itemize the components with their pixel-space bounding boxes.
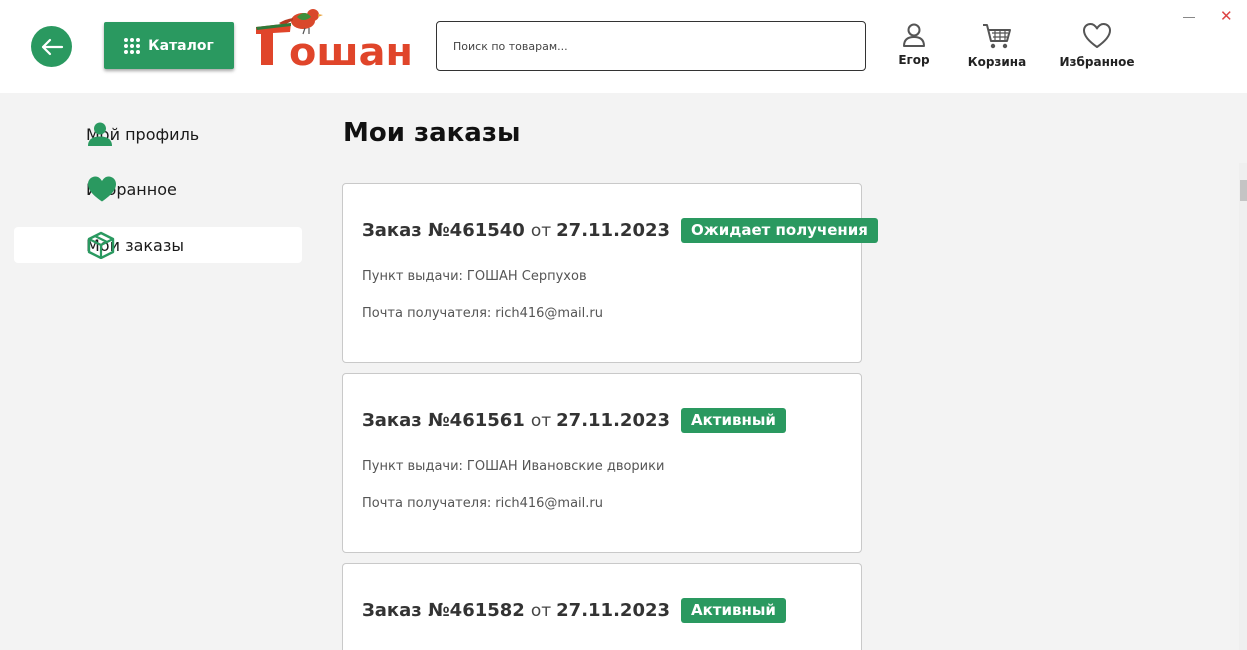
recipient-email: Почта получателя: rich416@mail.ru	[362, 496, 603, 511]
order-from: от	[530, 600, 552, 621]
order-header: Заказ №461582 от 27.11.2023 Активный	[362, 598, 786, 623]
order-date: 27.11.2023	[556, 220, 671, 241]
email-value: rich416@mail.ru	[495, 496, 603, 511]
order-from: от	[530, 410, 552, 431]
sidebar-item-profile[interactable]: Мой профиль	[14, 116, 302, 152]
favorites-button[interactable]: Избранное	[1059, 22, 1135, 69]
order-number: Заказ №461561	[362, 410, 525, 431]
page-title: Мои заказы	[343, 118, 521, 148]
status-badge: Активный	[681, 598, 786, 623]
order-date: 27.11.2023	[556, 410, 671, 431]
recipient-email: Почта получателя: rich416@mail.ru	[362, 306, 603, 321]
header-bar: Каталог ошан Егор Корзина	[0, 0, 1247, 93]
order-card[interactable]: Заказ №461540 от 27.11.2023 Ожидает полу…	[342, 183, 878, 363]
arrow-left-icon	[41, 38, 63, 55]
box-icon	[87, 231, 115, 259]
pickup-value: ГОШАН Серпухов	[466, 269, 587, 284]
cart-button[interactable]: Корзина	[966, 22, 1028, 69]
pickup-value: ГОШАН Ивановские дворики	[466, 459, 665, 474]
email-value: rich416@mail.ru	[495, 306, 603, 321]
email-label: Почта получателя:	[362, 496, 492, 511]
grid-icon	[124, 37, 141, 54]
search-input[interactable]	[436, 21, 866, 71]
order-number: Заказ №461582	[362, 600, 525, 621]
order-header: Заказ №461561 от 27.11.2023 Активный	[362, 408, 786, 433]
pickup-point: Пункт выдачи: ГОШАН Серпухов	[362, 269, 587, 284]
sidebar-item-favorites[interactable]: Избранное	[14, 171, 302, 207]
order-date: 27.11.2023	[556, 600, 671, 621]
status-badge: Активный	[681, 408, 786, 433]
catalog-label: Каталог	[148, 37, 214, 54]
order-card[interactable]: Заказ №461561 от 27.11.2023 Активный Пун…	[342, 373, 862, 553]
heart-icon	[1083, 23, 1111, 48]
user-profile-button[interactable]: Егор	[896, 22, 932, 67]
pickup-label: Пункт выдачи:	[362, 269, 463, 284]
scrollbar-thumb[interactable]	[1240, 180, 1247, 201]
back-button[interactable]	[31, 26, 72, 67]
sidebar-item-orders[interactable]: Мои заказы	[14, 227, 302, 263]
favorites-label: Избранное	[1059, 55, 1135, 69]
cart-label: Корзина	[967, 55, 1027, 69]
pickup-point: Пункт выдачи: ГОШАН Ивановские дворики	[362, 459, 664, 474]
order-card[interactable]: Заказ №461582 от 27.11.2023 Активный	[342, 563, 862, 650]
order-number: Заказ №461540	[362, 220, 525, 241]
user-icon	[88, 122, 112, 146]
email-label: Почта получателя:	[362, 306, 492, 321]
status-badge: Ожидает получения	[681, 218, 878, 243]
order-header: Заказ №461540 от 27.11.2023 Ожидает полу…	[362, 218, 878, 243]
user-icon	[903, 23, 925, 47]
logo[interactable]: ошан	[253, 5, 417, 69]
heart-icon	[88, 176, 116, 202]
close-window-button[interactable]: ✕	[1220, 9, 1233, 24]
minimize-button[interactable]	[1183, 17, 1195, 18]
catalog-button[interactable]: Каталог	[104, 22, 234, 69]
order-from: от	[530, 220, 552, 241]
svg-text:ошан: ошан	[289, 30, 413, 69]
pickup-label: Пункт выдачи:	[362, 459, 463, 474]
cart-icon	[983, 24, 1011, 49]
close-icon: ✕	[1220, 7, 1233, 25]
scrollbar-track[interactable]	[1239, 163, 1247, 650]
user-label: Егор	[898, 53, 930, 67]
